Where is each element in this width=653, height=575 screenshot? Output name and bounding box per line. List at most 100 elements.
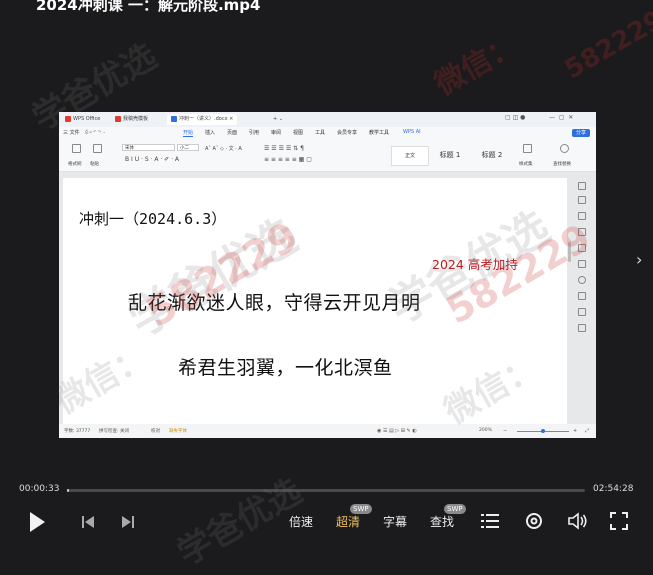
proofread-button[interactable]: 校对 <box>151 428 160 434</box>
share-button[interactable]: 分享 <box>571 129 590 137</box>
spell-check-status[interactable]: 拼写检查: 关闭 <box>99 428 129 434</box>
next-button[interactable] <box>120 514 136 534</box>
volume-icon <box>568 512 587 530</box>
styles-set-label: 样式集 <box>519 162 533 167</box>
quick-tools-icon[interactable]: ⎙ ⌂ ↶ ↷ ⌄ <box>85 129 106 134</box>
new-tab-icon[interactable]: + ⌄ <box>269 114 287 125</box>
sidebar-tool-icon[interactable] <box>578 260 586 268</box>
wps-ribbon: 格式刷 粘贴 宋体 小二 B I U · S · A · ✐ · A Aˆ Aˇ… <box>59 139 596 172</box>
wps-tab-document[interactable]: 冲刺一（讲义）.docx × <box>167 114 238 125</box>
wps-tab-template[interactable]: 我稿壳模板 <box>111 114 152 125</box>
font-size-select[interactable]: 小二 <box>177 144 199 151</box>
watermark-contact: 微信： <box>429 27 525 103</box>
skip-back-icon <box>82 516 94 528</box>
wps-status-bar: 字数: 37777 拼写检查: 关闭 校对 缺失字体 ◉ ☰ ▤ ▷ ⊞ ✎ ◐… <box>59 424 596 438</box>
menu-reference[interactable]: 引用 <box>249 129 259 136</box>
quality-button[interactable]: 超清 <box>336 513 360 530</box>
sidebar-tool-icon[interactable] <box>578 276 586 284</box>
video-frame[interactable]: WPS Office 我稿壳模板 冲刺一（讲义）.docx × + ⌄ ▢ ◫ … <box>59 112 596 438</box>
sidebar-tool-icon[interactable] <box>578 228 586 236</box>
align-icons[interactable]: ≡ ≡ ≡ ≡ ≡ ▦ ▢ <box>264 156 312 163</box>
menu-wps-ai[interactable]: WPS AI <box>403 129 421 135</box>
format-painter-icon[interactable] <box>72 144 81 153</box>
video-title: 2024冲刺课 一：解元阶段.mp4 <box>36 0 261 14</box>
menu-file[interactable]: 三 文件 <box>63 129 80 136</box>
find-replace-icon[interactable] <box>560 144 569 153</box>
total-time: 02:54:28 <box>593 484 634 494</box>
play-button[interactable] <box>27 510 47 538</box>
wps-logo-icon <box>65 115 71 122</box>
sidebar-tool-icon[interactable] <box>578 196 586 204</box>
document-area[interactable]: 冲刺一（2024.6.3） 2024 高考加持 乱花渐欲迷人眼，守得云开见月明 … <box>59 172 596 424</box>
wps-menu-bar: 三 文件 ⎙ ⌂ ↶ ↷ ⌄ 开始 插入 页面 引用 审阅 视图 工具 会员专享… <box>59 127 596 139</box>
document-line-2: 希君生羽翼，一化北溟鱼 <box>178 357 393 379</box>
progress-bar[interactable] <box>67 489 585 492</box>
style-heading2[interactable]: 标题 2 <box>473 146 511 164</box>
window-controls[interactable]: — ▢ ✕ <box>549 114 573 121</box>
find-replace-label: 查找替换 <box>553 162 571 167</box>
doc-icon <box>171 115 177 122</box>
volume-button[interactable] <box>568 512 588 534</box>
style-heading1[interactable]: 标题 1 <box>431 146 469 164</box>
document-page[interactable]: 冲刺一（2024.6.3） 2024 高考加持 乱花渐欲迷人眼，守得云开见月明 … <box>63 178 567 424</box>
skip-forward-icon <box>122 516 134 528</box>
menu-member[interactable]: 会员专享 <box>337 129 357 136</box>
video-title-bar: 2024冲刺课 一：解元阶段.mp4 <box>0 0 653 20</box>
sidebar-tool-icon[interactable] <box>578 182 586 190</box>
zoom-level: 200% <box>479 428 492 433</box>
fullscreen-button[interactable] <box>610 512 628 534</box>
quality-swp-badge: SWP <box>350 504 372 514</box>
document-tagline: 2024 高考加持 <box>432 257 518 272</box>
fullscreen-icon <box>610 512 628 530</box>
wps-tab-bar: WPS Office 我稿壳模板 冲刺一（讲义）.docx × + ⌄ ▢ ◫ … <box>59 112 596 127</box>
right-tool-strip <box>574 178 590 408</box>
menu-insert[interactable]: 插入 <box>205 129 215 136</box>
progress-fill <box>67 489 69 492</box>
play-icon <box>30 512 45 532</box>
sidebar-tool-icon[interactable] <box>578 324 586 332</box>
subtitle-button[interactable]: 字幕 <box>383 513 407 530</box>
zoom-out-icon[interactable]: − <box>503 428 507 434</box>
wps-tab-home[interactable]: WPS Office <box>61 114 104 125</box>
window-icons[interactable]: ▢ ◫ ● <box>505 114 525 121</box>
search-button[interactable]: 查找 <box>430 513 454 530</box>
style-normal[interactable]: 正文 <box>391 146 429 166</box>
document-heading: 冲刺一（2024.6.3） <box>79 210 227 228</box>
search-swp-badge: SWP <box>444 504 466 514</box>
menu-home[interactable]: 开始 <box>183 129 194 137</box>
font-name-select[interactable]: 宋体 <box>122 144 175 151</box>
paste-label: 粘贴 <box>90 162 99 167</box>
menu-tools[interactable]: 工具 <box>315 129 325 136</box>
next-chevron-icon[interactable]: › <box>636 250 642 269</box>
missing-font-warning[interactable]: 缺失字体 <box>169 428 187 434</box>
fit-screen-icon[interactable]: ⤢ <box>585 428 589 434</box>
settings-button[interactable] <box>525 512 543 534</box>
gear-icon <box>526 513 542 529</box>
menu-teaching[interactable]: 教学工具 <box>369 129 389 136</box>
menu-review[interactable]: 审阅 <box>271 129 281 136</box>
menu-view[interactable]: 视图 <box>293 129 303 136</box>
previous-button[interactable] <box>80 514 96 534</box>
styles-set-icon[interactable] <box>523 144 532 153</box>
menu-page[interactable]: 页面 <box>227 129 237 136</box>
sidebar-tool-icon[interactable] <box>578 292 586 300</box>
view-mode-icons[interactable]: ◉ ☰ ▤ ▷ ⊞ ✎ ◐ <box>377 428 417 434</box>
text-format-icons[interactable]: B I U · S · A · ✐ · A <box>125 156 179 163</box>
sidebar-tool-icon[interactable] <box>578 308 586 316</box>
speed-button[interactable]: 倍速 <box>289 513 313 530</box>
paste-icon[interactable] <box>93 144 102 153</box>
watermark-brand: 学爸优选 <box>170 471 309 574</box>
list-icons[interactable]: ☰ ☰ ☰ ☰ ⇅ ¶ <box>264 145 304 152</box>
zoom-in-icon[interactable]: + <box>573 428 577 434</box>
current-time: 00:00:33 <box>19 484 60 494</box>
word-count: 字数: 37777 <box>64 429 91 434</box>
list-icon <box>481 514 499 528</box>
format-painter-label: 格式刷 <box>68 162 82 167</box>
template-icon <box>115 115 121 122</box>
playlist-button[interactable] <box>481 513 499 533</box>
sidebar-tool-icon[interactable] <box>578 212 586 220</box>
document-scrollbar[interactable] <box>568 242 571 262</box>
sidebar-tool-icon[interactable] <box>578 244 586 252</box>
zoom-slider-handle[interactable] <box>541 429 545 433</box>
font-grow-icons[interactable]: Aˆ Aˇ ◇ · 文 · A <box>205 145 242 152</box>
